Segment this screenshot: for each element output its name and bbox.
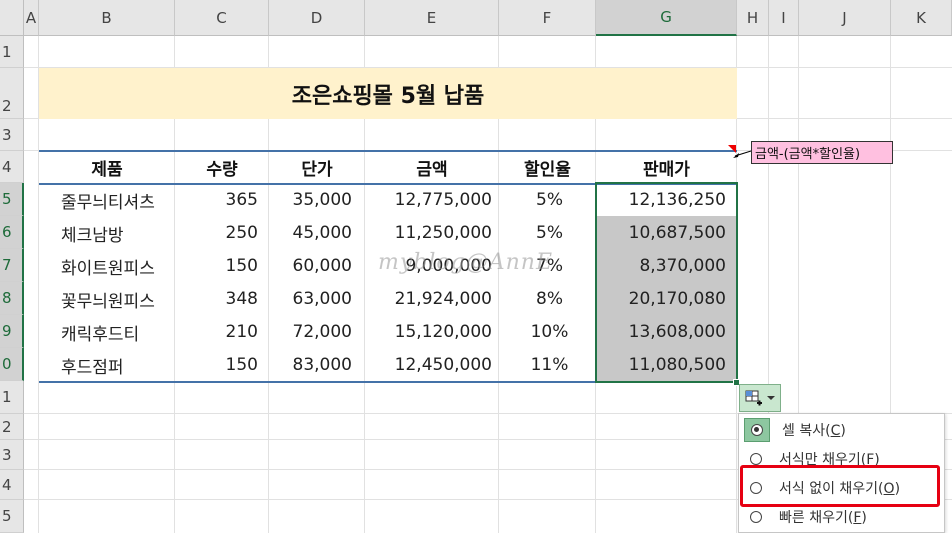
menu-item-label: 셀 복사(C) — [782, 423, 846, 439]
radio-icon — [750, 511, 762, 523]
watermark: myblog@AnnE — [378, 250, 554, 275]
autofill-options-icon — [745, 390, 762, 406]
select-all-corner[interactable] — [0, 0, 24, 36]
cell-product[interactable]: 캐릭후드티 — [61, 316, 175, 348]
autofill-options-button[interactable] — [739, 384, 781, 412]
cell-quantity[interactable]: 150 — [175, 250, 258, 282]
row-header[interactable]: 5 — [0, 183, 24, 216]
col-header-g[interactable]: G — [596, 0, 737, 36]
cell-product[interactable]: 줄무늬티셔츠 — [61, 184, 175, 216]
menu-item-copy-cells[interactable]: 셀 복사(C) — [739, 416, 944, 444]
menu-item-label: 빠른 채우기(F) — [779, 510, 867, 526]
highlight-box — [740, 465, 940, 507]
cell-quantity[interactable]: 365 — [175, 184, 258, 216]
col-header-k[interactable]: K — [891, 0, 952, 36]
col-header-i[interactable]: I — [769, 0, 799, 36]
cell-amount[interactable]: 21,924,000 — [365, 283, 492, 315]
cell-quantity[interactable]: 210 — [175, 316, 258, 348]
cell-discount[interactable]: 8% — [499, 283, 600, 315]
cell-quantity[interactable]: 348 — [175, 283, 258, 315]
row-header[interactable]: 8 — [0, 282, 24, 315]
cell-unit-price[interactable]: 83,000 — [269, 349, 352, 381]
radio-selected-icon — [751, 424, 763, 436]
row-header[interactable]: 4 — [0, 470, 24, 500]
row-header[interactable]: 0 — [0, 348, 24, 381]
cell-unit-price[interactable]: 72,000 — [269, 316, 352, 348]
cell-product[interactable]: 꽃무늬원피스 — [61, 283, 175, 315]
table-top-border — [39, 150, 737, 152]
cell-unit-price[interactable]: 63,000 — [269, 283, 352, 315]
cell-unit-price[interactable]: 45,000 — [269, 217, 352, 249]
sheet-title[interactable]: 조은쇼핑몰 5월 납품 — [39, 68, 737, 119]
col-header-j[interactable]: J — [799, 0, 891, 36]
row-header[interactable]: 7 — [0, 249, 24, 282]
cell-product[interactable]: 후드점퍼 — [61, 349, 175, 381]
cell-discount[interactable]: 5% — [499, 217, 600, 249]
row-header[interactable]: 2 — [0, 68, 24, 119]
cell-discount[interactable]: 10% — [499, 316, 600, 348]
header-quantity[interactable]: 수량 — [175, 151, 269, 183]
cell-amount[interactable]: 12,775,000 — [365, 184, 492, 216]
col-header-h[interactable]: H — [737, 0, 769, 36]
row-header[interactable]: 3 — [0, 119, 24, 151]
cell-quantity[interactable]: 150 — [175, 349, 258, 381]
header-unit-price[interactable]: 단가 — [269, 151, 365, 183]
row-header[interactable]: 9 — [0, 315, 24, 348]
cell-comment[interactable]: 금액-(금액*할인율) — [751, 141, 893, 164]
row-header[interactable]: 3 — [0, 440, 24, 470]
header-discount-rate[interactable]: 할인율 — [499, 151, 596, 183]
row-header[interactable]: 1 — [0, 381, 24, 414]
header-sale-price[interactable]: 판매가 — [596, 151, 737, 183]
row-header[interactable]: 1 — [0, 36, 24, 68]
radio-icon — [750, 453, 762, 465]
cell-unit-price[interactable]: 35,000 — [269, 184, 352, 216]
cell-quantity[interactable]: 250 — [175, 217, 258, 249]
col-header-f[interactable]: F — [499, 0, 596, 36]
col-header-c[interactable]: C — [175, 0, 269, 36]
header-amount[interactable]: 금액 — [365, 151, 499, 183]
cell-discount[interactable]: 11% — [499, 349, 600, 381]
comment-connector-icon — [733, 150, 752, 158]
col-header-d[interactable]: D — [269, 0, 365, 36]
row-header[interactable]: 5 — [0, 500, 24, 533]
cell-amount[interactable]: 11,250,000 — [365, 217, 492, 249]
header-product[interactable]: 제품 — [39, 151, 175, 183]
cell-amount[interactable]: 12,450,000 — [365, 349, 492, 381]
row-header[interactable]: 6 — [0, 216, 24, 249]
row-header[interactable]: 4 — [0, 151, 24, 183]
chevron-down-icon — [767, 396, 775, 400]
cell-amount[interactable]: 15,120,000 — [365, 316, 492, 348]
cell-product[interactable]: 체크남방 — [61, 217, 175, 249]
col-header-b[interactable]: B — [39, 0, 175, 36]
row-header[interactable]: 2 — [0, 414, 24, 440]
cell-product[interactable]: 화이트원피스 — [61, 250, 175, 282]
selected-option-indicator — [744, 418, 770, 442]
menu-item-flash-fill[interactable]: 빠른 채우기(F) — [739, 503, 944, 531]
selection-border — [595, 182, 738, 383]
cell-unit-price[interactable]: 60,000 — [269, 250, 352, 282]
col-header-e[interactable]: E — [365, 0, 499, 36]
col-header-a[interactable]: A — [24, 0, 39, 36]
cell-discount[interactable]: 5% — [499, 184, 600, 216]
